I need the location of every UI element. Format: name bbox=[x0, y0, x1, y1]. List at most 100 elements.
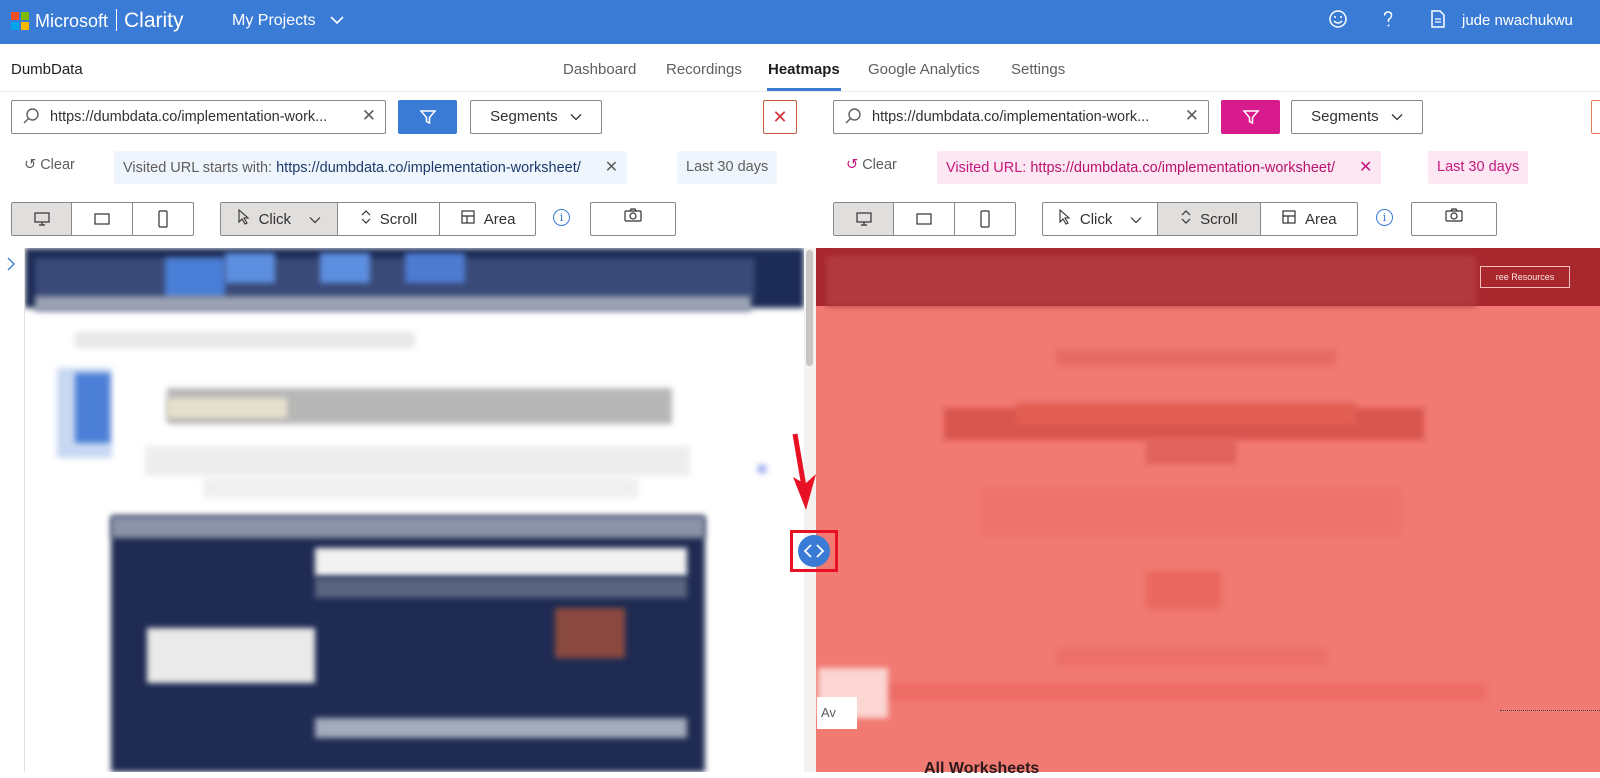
page-hero-topbar bbox=[111, 516, 705, 538]
right-clear-filters-button[interactable]: ↺ Clear bbox=[846, 157, 897, 173]
remove-filter-icon[interactable]: ✕ bbox=[1359, 159, 1372, 176]
document-icon[interactable] bbox=[1426, 9, 1450, 35]
click-hotspot bbox=[320, 253, 370, 283]
brand-name: Microsoft bbox=[35, 11, 109, 31]
left-clear-filters-button[interactable]: ↺ Clear bbox=[24, 157, 75, 173]
chevron-down-icon bbox=[309, 211, 321, 228]
tablet-icon[interactable] bbox=[72, 203, 133, 235]
page-subheadline-block bbox=[981, 488, 1401, 536]
page-hero-row bbox=[315, 578, 687, 598]
left-filter-button[interactable] bbox=[398, 100, 457, 134]
left-page-preview[interactable] bbox=[25, 248, 804, 772]
right-scroll-label: Scroll bbox=[1200, 210, 1238, 228]
info-icon[interactable]: i bbox=[1376, 209, 1393, 226]
my-projects-menu[interactable]: My Projects bbox=[232, 12, 316, 30]
mobile-icon[interactable] bbox=[955, 203, 1015, 235]
area-icon bbox=[460, 209, 476, 229]
left-click-mode-button[interactable]: Click bbox=[221, 203, 338, 235]
right-scroll-heatmap-preview[interactable] bbox=[816, 248, 1600, 772]
click-hotspot bbox=[405, 253, 465, 283]
left-url-search-input[interactable]: https://dumbdata.co/implementation-work.… bbox=[11, 100, 386, 134]
page-headline-accent bbox=[167, 398, 287, 418]
left-screenshot-button[interactable] bbox=[590, 202, 676, 236]
tab-recordings[interactable]: Recordings bbox=[666, 61, 742, 78]
right-chip-value: https://dumbdata.co/implementation-works… bbox=[1030, 160, 1336, 176]
left-click-label: Click bbox=[258, 210, 292, 228]
click-hotspot bbox=[165, 258, 225, 298]
left-date-chip[interactable]: Last 30 days bbox=[677, 151, 778, 184]
right-filter-button[interactable] bbox=[1221, 100, 1280, 134]
page-text-block bbox=[1056, 648, 1326, 666]
right-url-value: https://dumbdata.co/implementation-work.… bbox=[872, 109, 1150, 125]
chevron-down-icon[interactable] bbox=[330, 12, 344, 28]
left-area-label: Area bbox=[483, 210, 516, 228]
scroll-fold-line bbox=[1500, 710, 1600, 711]
left-scroll-mode-button[interactable]: Scroll bbox=[338, 203, 441, 235]
close-left-comparison-button[interactable]: ✕ bbox=[763, 100, 797, 134]
desktop-icon[interactable] bbox=[12, 203, 72, 235]
right-scroll-mode-button[interactable]: Scroll bbox=[1158, 203, 1261, 235]
smiley-icon[interactable] bbox=[1326, 9, 1350, 35]
search-icon bbox=[844, 107, 862, 130]
page-hero-row bbox=[315, 718, 687, 738]
tablet-icon[interactable] bbox=[894, 203, 955, 235]
remove-filter-icon[interactable]: ✕ bbox=[605, 159, 618, 176]
left-url-value: https://dumbdata.co/implementation-work.… bbox=[50, 109, 328, 125]
brand-divider bbox=[116, 9, 117, 31]
cursor-icon bbox=[237, 208, 251, 229]
right-area-label: Area bbox=[1304, 210, 1337, 228]
page-cta-block bbox=[1146, 571, 1221, 609]
user-name[interactable]: jude nwachukwu bbox=[1462, 12, 1573, 29]
comparison-divider-handle[interactable] bbox=[798, 535, 830, 567]
page-headline-block bbox=[1016, 403, 1356, 425]
tab-google-analytics[interactable]: Google Analytics bbox=[868, 61, 980, 78]
right-area-mode-button[interactable]: Area bbox=[1261, 203, 1357, 235]
page-subheadline-block bbox=[203, 478, 638, 498]
close-right-comparison-button[interactable] bbox=[1591, 100, 1600, 134]
search-icon bbox=[22, 107, 40, 130]
clear-url-icon[interactable]: ✕ bbox=[362, 106, 376, 126]
desktop-icon[interactable] bbox=[834, 203, 894, 235]
microsoft-logo-icon bbox=[11, 12, 29, 30]
right-screenshot-button[interactable] bbox=[1411, 202, 1497, 236]
scroll-icon bbox=[360, 209, 372, 229]
page-text-block bbox=[846, 683, 1486, 701]
clear-url-icon[interactable]: ✕ bbox=[1185, 106, 1199, 126]
camera-icon bbox=[623, 208, 643, 227]
chevron-down-icon bbox=[570, 108, 582, 125]
question-icon[interactable] bbox=[1376, 9, 1400, 35]
mobile-icon[interactable] bbox=[133, 203, 193, 235]
right-click-label: Click bbox=[1079, 210, 1113, 228]
page-headline-block bbox=[1146, 438, 1236, 464]
page-free-resources-button: ree Resources bbox=[1480, 266, 1570, 288]
page-logo-mark bbox=[75, 373, 110, 443]
left-scrollbar-thumb[interactable] bbox=[806, 250, 813, 366]
annotation-arrow-icon bbox=[790, 432, 820, 517]
chevron-down-icon bbox=[1130, 211, 1142, 228]
top-bar: Microsoft Clarity My Projects jude nwach… bbox=[0, 0, 1600, 44]
info-icon[interactable]: i bbox=[553, 209, 570, 226]
tab-heatmaps[interactable]: Heatmaps bbox=[767, 61, 841, 91]
right-date-chip[interactable]: Last 30 days bbox=[1428, 151, 1529, 184]
left-segments-dropdown[interactable]: Segments bbox=[470, 100, 602, 134]
left-url-filter-chip[interactable]: Visited URL starts with: https://dumbdat… bbox=[114, 151, 628, 184]
page-av-label: Av bbox=[817, 697, 857, 729]
left-clear-label: Clear bbox=[40, 157, 75, 173]
page-breadcrumb-block bbox=[75, 332, 415, 348]
click-dot bbox=[757, 464, 767, 474]
chevron-down-icon bbox=[1391, 108, 1403, 125]
right-click-mode-button[interactable]: Click bbox=[1043, 203, 1159, 235]
right-url-search-input[interactable]: https://dumbdata.co/implementation-work.… bbox=[833, 100, 1209, 134]
product-name[interactable]: Clarity bbox=[124, 9, 184, 33]
area-icon bbox=[1281, 209, 1297, 229]
right-url-filter-chip[interactable]: Visited URL: https://dumbdata.co/impleme… bbox=[937, 151, 1382, 184]
expand-panel-icon[interactable] bbox=[6, 256, 16, 275]
left-area-mode-button[interactable]: Area bbox=[440, 203, 535, 235]
left-side-strip bbox=[0, 248, 25, 772]
left-device-selector bbox=[11, 202, 194, 236]
right-segments-dropdown[interactable]: Segments bbox=[1291, 100, 1423, 134]
page-hero-row bbox=[315, 548, 687, 576]
tab-settings[interactable]: Settings bbox=[1011, 61, 1065, 78]
page-subbar-block bbox=[35, 296, 751, 312]
tab-dashboard[interactable]: Dashboard bbox=[563, 61, 636, 78]
